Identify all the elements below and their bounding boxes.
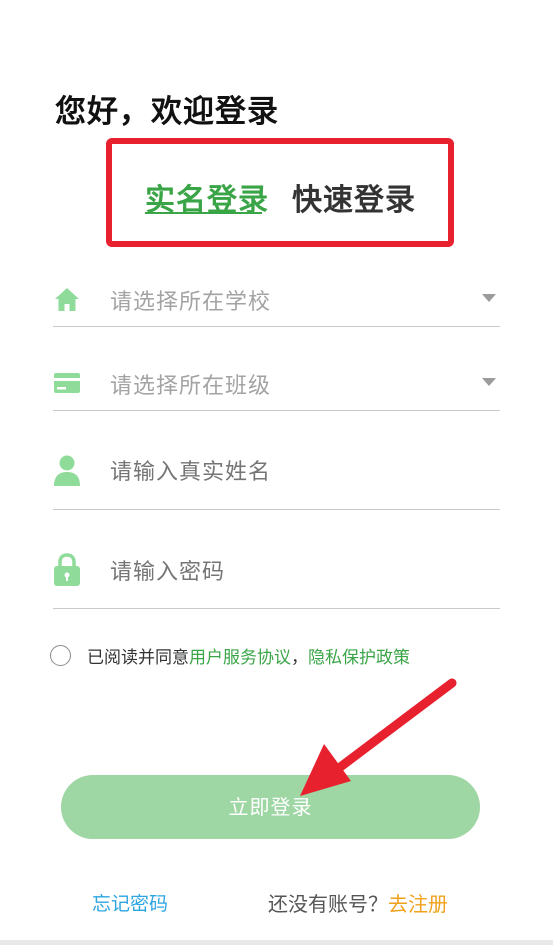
password-input[interactable] (110, 560, 450, 585)
login-button[interactable]: 立即登录 (61, 775, 480, 839)
school-select-placeholder: 请选择所在学校 (110, 290, 272, 315)
lock-icon (54, 553, 80, 586)
school-select[interactable]: 请选择所在学校 (53, 270, 500, 327)
chevron-down-icon[interactable] (482, 378, 496, 386)
card-icon (54, 373, 80, 393)
register-link[interactable]: 去注册 (388, 892, 448, 916)
real-name-field[interactable] (53, 446, 500, 510)
privacy-policy-link[interactable]: 隐私保护政策 (308, 643, 410, 668)
class-select-placeholder: 请选择所在班级 (110, 374, 272, 399)
real-name-input[interactable] (110, 460, 450, 485)
password-field[interactable] (53, 547, 500, 609)
bottom-edge (0, 940, 553, 945)
agreement-prefix: 已阅读并同意 (87, 647, 189, 668)
login-page: 您好，欢迎登录 实名登录 快速登录 请选择所在学校 请选择所在班级 请输入真实姓… (0, 0, 553, 945)
user-agreement-link[interactable]: 用户服务协议 (189, 643, 291, 668)
agreement-row: 已阅读并同意 用户服务协议 ， 隐私保护政策 (50, 643, 410, 668)
agreement-checkbox[interactable] (50, 644, 71, 666)
active-tab-underline (145, 212, 262, 214)
greeting-title: 您好，欢迎登录 (55, 94, 279, 130)
home-icon (55, 288, 79, 311)
class-select[interactable]: 请选择所在班级 (53, 356, 500, 411)
forgot-password-link[interactable]: 忘记密码 (92, 889, 168, 916)
tab-quick-login[interactable]: 快速登录 (292, 175, 416, 219)
chevron-down-icon[interactable] (482, 294, 496, 302)
register-row: 还没有账号？去注册 (268, 888, 448, 917)
user-icon (54, 455, 80, 486)
no-account-text: 还没有账号？ (268, 892, 388, 916)
agreement-separator: ， (291, 647, 308, 668)
